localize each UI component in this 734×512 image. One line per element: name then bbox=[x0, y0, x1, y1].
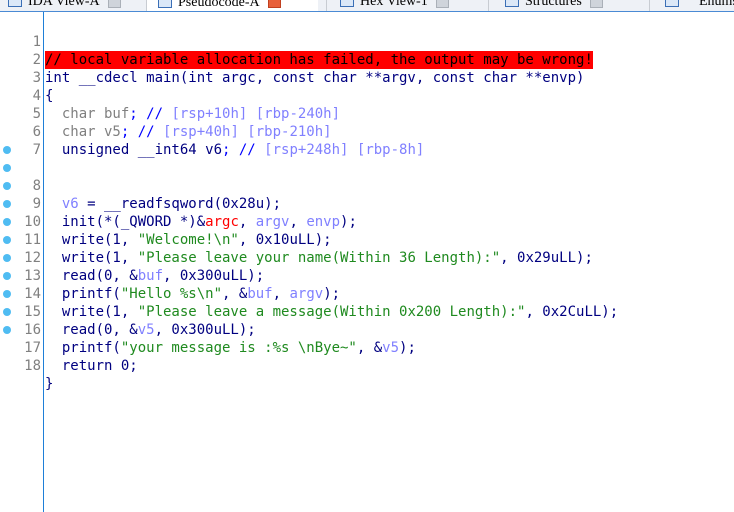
tab-label: Structures bbox=[525, 0, 582, 9]
code-line[interactable]: 1 // local variable allocation has faile… bbox=[0, 15, 734, 69]
tab-ida-view-a[interactable]: IDA View-A bbox=[8, 0, 121, 10]
code-line[interactable]: 11 write(1, "Please leave your name(With… bbox=[0, 195, 734, 266]
close-icon[interactable] bbox=[267, 0, 281, 8]
pseudocode-icon bbox=[158, 0, 172, 8]
close-icon[interactable] bbox=[435, 0, 449, 8]
breakpoint-dot-icon[interactable] bbox=[3, 146, 11, 154]
close-icon[interactable] bbox=[589, 0, 603, 8]
tab-pseudocode-a[interactable]: Pseudocode-A bbox=[147, 0, 318, 11]
code-line[interactable]: 10 write(1, "Welcome!\n", 0x10uLL); bbox=[0, 177, 734, 248]
breakpoint-dot-icon[interactable] bbox=[3, 200, 11, 208]
tab-divider bbox=[649, 0, 650, 11]
breakpoint-dot-icon[interactable] bbox=[3, 290, 11, 298]
ida-view-icon bbox=[8, 0, 22, 7]
structures-icon bbox=[505, 0, 519, 7]
code-line[interactable]: 5 char v5; // [rsp+40h] [rbp-210h] bbox=[0, 87, 734, 140]
breakpoint-dot-icon[interactable] bbox=[3, 272, 11, 280]
breakpoint-dot-icon[interactable] bbox=[3, 326, 11, 334]
code-line[interactable]: 16 printf("your message is :%s \nBye~", … bbox=[0, 285, 734, 356]
code-line[interactable]: 14 write(1, "Please leave a message(With… bbox=[0, 249, 734, 320]
code-line[interactable]: 2 int __cdecl main(int argc, const char … bbox=[0, 33, 734, 86]
line-number: 18 bbox=[24, 358, 41, 374]
punct: , & bbox=[356, 340, 383, 356]
tab-structures[interactable]: Structures bbox=[505, 0, 603, 10]
breakpoint-dot-icon[interactable] bbox=[3, 236, 11, 244]
code-line[interactable]: 9 init(*(_QWORD *)&argc, argv, envp); bbox=[0, 159, 734, 230]
local-var: v5 bbox=[382, 340, 400, 356]
string-literal: "your message is :%s \nBye~" bbox=[120, 340, 357, 356]
statement: printf( bbox=[45, 340, 121, 356]
breakpoint-dot-icon[interactable] bbox=[3, 164, 11, 172]
tab-label: IDA View-A bbox=[28, 0, 100, 9]
code-line[interactable]: 8 v6 = __readfsqword(0x28u); bbox=[0, 141, 734, 212]
breakpoint-dot-icon[interactable] bbox=[3, 218, 11, 226]
code-line[interactable]: 6 unsigned __int64 v6; // [rsp+248h] [rb… bbox=[0, 105, 734, 158]
enums-icon bbox=[665, 0, 679, 7]
close-icon[interactable] bbox=[107, 0, 121, 8]
code-line[interactable]: 3 { bbox=[0, 51, 734, 104]
tab-label: Enums bbox=[699, 0, 734, 9]
code-line[interactable]: 12 read(0, &buf, 0x300uLL); bbox=[0, 213, 734, 284]
return-statement: return 0; bbox=[45, 358, 138, 374]
tab-divider bbox=[326, 0, 327, 11]
code-line[interactable]: 15 read(0, &v5, 0x300uLL); bbox=[0, 267, 734, 338]
tab-enums[interactable]: Enums bbox=[665, 0, 734, 10]
punct: ); bbox=[399, 340, 416, 356]
tab-bar: IDA View-A Pseudocode-A Hex View-1 Struc… bbox=[0, 0, 734, 12]
tab-hex-view-1[interactable]: Hex View-1 bbox=[340, 0, 449, 10]
breakpoint-dot-icon[interactable] bbox=[3, 308, 11, 316]
close-brace: } bbox=[45, 376, 54, 392]
tab-divider bbox=[488, 0, 489, 11]
code-line[interactable]: 17 return 0; bbox=[0, 303, 734, 374]
code-line[interactable]: 13 printf("Hello %s\n", &buf, argv); bbox=[0, 231, 734, 302]
tab-label: Pseudocode-A bbox=[178, 0, 260, 10]
code-line[interactable]: 18 } bbox=[0, 321, 734, 392]
breakpoint-dot-icon[interactable] bbox=[3, 254, 11, 262]
tab-label: Hex View-1 bbox=[360, 0, 428, 9]
code-line[interactable]: 4 char buf; // [rsp+10h] [rbp-240h] bbox=[0, 69, 734, 122]
breakpoint-dot-icon[interactable] bbox=[3, 182, 11, 190]
hex-view-icon bbox=[340, 0, 354, 7]
code-line[interactable]: 7 bbox=[0, 123, 734, 158]
pseudocode-editor[interactable]: 1 // local variable allocation has faile… bbox=[0, 12, 734, 512]
